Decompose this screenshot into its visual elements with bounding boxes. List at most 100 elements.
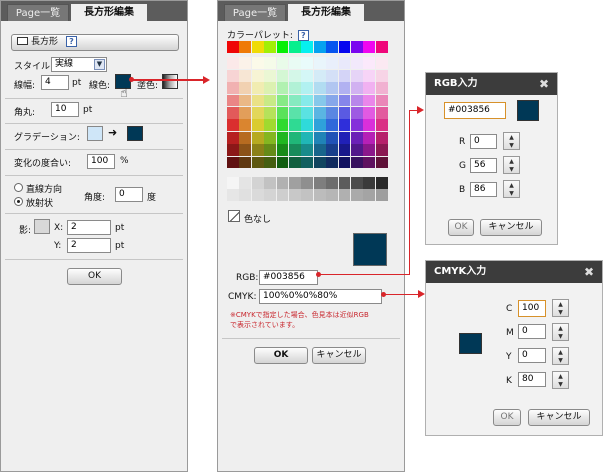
palette-swatch[interactable]: [351, 107, 363, 119]
palette-swatch[interactable]: [264, 57, 276, 70]
palette-swatch[interactable]: [289, 107, 301, 119]
palette-swatch[interactable]: [276, 69, 289, 82]
palette-swatch[interactable]: [251, 119, 264, 132]
down-arrow-icon[interactable]: ▼: [504, 165, 519, 174]
palette-swatch[interactable]: [375, 131, 388, 144]
palette-swatch[interactable]: [351, 144, 363, 156]
palette-swatch[interactable]: [301, 144, 314, 156]
palette-swatch[interactable]: [326, 177, 338, 189]
palette-swatch[interactable]: [313, 131, 326, 144]
palette-swatch[interactable]: [264, 156, 276, 169]
palette-swatch[interactable]: [239, 177, 252, 189]
palette-swatch[interactable]: [264, 189, 276, 202]
c-input[interactable]: 100: [518, 300, 546, 317]
palette-swatch[interactable]: [251, 131, 264, 144]
palette-swatch[interactable]: [363, 57, 376, 70]
palette-swatch[interactable]: [375, 119, 388, 132]
palette-swatch[interactable]: [375, 156, 388, 169]
g-input[interactable]: 56: [470, 158, 497, 173]
palette-swatch[interactable]: [375, 177, 388, 189]
palette-swatch[interactable]: [276, 177, 289, 189]
palette-swatch[interactable]: [264, 94, 276, 107]
palette-swatch[interactable]: [227, 57, 239, 70]
palette-swatch[interactable]: [375, 107, 388, 119]
palette-swatch[interactable]: [338, 131, 351, 144]
palette-swatch[interactable]: [239, 131, 252, 144]
palette-swatch[interactable]: [289, 131, 301, 144]
help-icon[interactable]: ?: [65, 36, 77, 47]
y-stepper[interactable]: ▲ ▼: [552, 347, 569, 365]
palette-swatch[interactable]: [276, 57, 289, 70]
palette-swatch[interactable]: [227, 189, 239, 202]
down-arrow-icon[interactable]: ▼: [504, 189, 519, 198]
palette-swatch[interactable]: [227, 107, 239, 119]
tab-rect-edit[interactable]: 長方形編集: [288, 4, 364, 21]
palette-swatch[interactable]: [338, 177, 351, 189]
palette-swatch[interactable]: [363, 107, 376, 119]
palette-swatch[interactable]: [326, 156, 338, 169]
palette-swatch[interactable]: [313, 94, 326, 107]
palette-swatch[interactable]: [239, 119, 252, 132]
palette-swatch[interactable]: [276, 82, 289, 94]
palette-swatch[interactable]: [276, 131, 289, 144]
down-arrow-icon[interactable]: ▼: [553, 332, 568, 341]
palette-swatch[interactable]: [351, 177, 363, 189]
palette-swatch[interactable]: [251, 144, 264, 156]
palette-swatch[interactable]: [276, 107, 289, 119]
palette-swatch[interactable]: [239, 156, 252, 169]
palette-swatch[interactable]: [363, 156, 376, 169]
down-arrow-icon[interactable]: ▼: [553, 356, 568, 365]
k-input[interactable]: 80: [518, 372, 546, 387]
palette-swatch[interactable]: [338, 156, 351, 169]
palette-swatch[interactable]: [301, 131, 314, 144]
palette-swatch[interactable]: [313, 144, 326, 156]
palette-swatch[interactable]: [289, 177, 301, 189]
palette-swatch[interactable]: [338, 41, 351, 53]
ok-button[interactable]: OK: [67, 268, 122, 285]
palette-swatch[interactable]: [338, 189, 351, 202]
style-select[interactable]: 実線 ▼: [51, 57, 107, 72]
c-stepper[interactable]: ▲ ▼: [552, 299, 569, 317]
palette-swatch[interactable]: [313, 119, 326, 132]
close-icon[interactable]: ✖: [539, 73, 549, 95]
tab-page-list[interactable]: Page一覧: [7, 4, 69, 21]
palette-swatch[interactable]: [239, 82, 252, 94]
palette-swatch[interactable]: [351, 156, 363, 169]
down-arrow-icon[interactable]: ▼: [553, 380, 568, 389]
palette-swatch[interactable]: [313, 69, 326, 82]
palette-swatch[interactable]: [301, 156, 314, 169]
rgb-hex-input[interactable]: #003856: [444, 102, 506, 119]
palette-swatch[interactable]: [375, 41, 388, 53]
palette-swatch[interactable]: [301, 189, 314, 202]
palette-swatch[interactable]: [301, 107, 314, 119]
palette-swatch[interactable]: [251, 82, 264, 94]
palette-swatch[interactable]: [276, 41, 289, 53]
b-input[interactable]: 86: [470, 182, 497, 197]
palette-swatch[interactable]: [326, 107, 338, 119]
shadow-color-swatch[interactable]: [34, 219, 50, 234]
palette-swatch[interactable]: [264, 41, 276, 53]
palette-swatch[interactable]: [289, 69, 301, 82]
palette-swatch[interactable]: [264, 177, 276, 189]
close-icon[interactable]: ✖: [584, 261, 594, 283]
palette-swatch[interactable]: [338, 107, 351, 119]
palette-swatch[interactable]: [251, 94, 264, 107]
ok-button[interactable]: OK: [448, 219, 474, 236]
palette-swatch[interactable]: [313, 189, 326, 202]
palette-swatch[interactable]: [289, 82, 301, 94]
palette-swatch[interactable]: [375, 82, 388, 94]
palette-swatch[interactable]: [363, 82, 376, 94]
palette-swatch[interactable]: [326, 94, 338, 107]
down-arrow-icon[interactable]: ▼: [553, 308, 568, 317]
palette-swatch[interactable]: [251, 41, 264, 53]
palette-swatch[interactable]: [227, 131, 239, 144]
linewidth-input[interactable]: 4: [41, 75, 69, 90]
palette-swatch[interactable]: [363, 119, 376, 132]
palette-swatch[interactable]: [227, 177, 239, 189]
palette-swatch[interactable]: [239, 94, 252, 107]
palette-swatch[interactable]: [363, 131, 376, 144]
palette-swatch[interactable]: [375, 69, 388, 82]
palette-swatch[interactable]: [351, 69, 363, 82]
r-stepper[interactable]: ▲ ▼: [503, 132, 520, 150]
fillcolor-swatch[interactable]: [162, 74, 178, 89]
